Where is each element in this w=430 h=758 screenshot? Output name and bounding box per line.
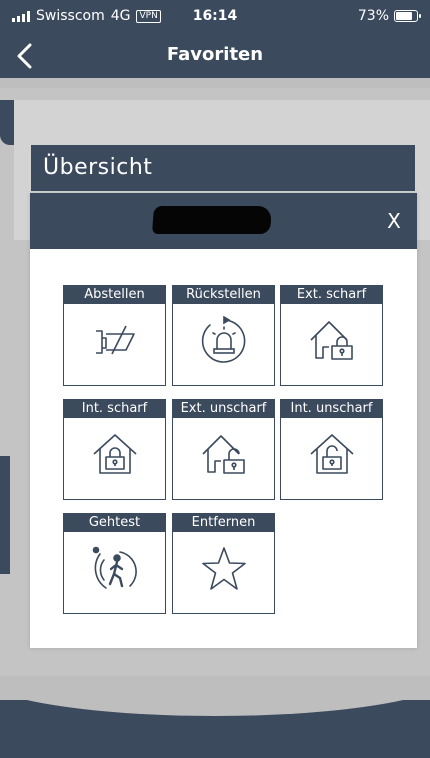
tile-label: Ext. scharf — [281, 286, 382, 304]
favorites-modal: X Abstellen Rückstellen Ext. scharf Int.… — [30, 193, 417, 648]
walk-test-icon — [92, 546, 137, 589]
tile-int-scharf[interactable]: Int. scharf — [63, 399, 166, 500]
background-card-edge — [0, 100, 14, 145]
tile-entfernen[interactable]: Entfernen — [172, 513, 275, 614]
tile-rueckstellen[interactable]: Rückstellen — [172, 285, 275, 386]
close-button[interactable]: X — [383, 209, 405, 233]
nav-bar: Favoriten — [0, 34, 430, 78]
house-lock-ext-icon — [310, 321, 353, 360]
tile-label: Rückstellen — [173, 286, 274, 304]
tile-label: Ext. unscharf — [173, 400, 274, 418]
tile-label: Gehtest — [64, 514, 165, 532]
tile-abstellen[interactable]: Abstellen — [63, 285, 166, 386]
power-off-icon — [96, 325, 135, 355]
tile-label: Int. scharf — [64, 400, 165, 418]
house-unlock-int-icon — [310, 434, 354, 474]
tile-label: Abstellen — [64, 286, 165, 304]
tile-ext-scharf[interactable]: Ext. scharf — [280, 285, 383, 386]
redacted-title — [152, 206, 272, 234]
battery-icon — [394, 10, 421, 22]
status-bar: Swisscom 4G VPN 16:14 73% — [0, 0, 430, 34]
house-unlock-ext-icon — [202, 435, 245, 474]
section-title: Übersicht — [31, 145, 415, 191]
background-card-edge-lower — [0, 456, 10, 574]
star-icon — [202, 547, 246, 590]
reset-siren-icon — [201, 316, 246, 363]
modal-header: X — [30, 193, 417, 249]
tile-gehtest[interactable]: Gehtest — [63, 513, 166, 614]
tile-ext-unscharf[interactable]: Ext. unscharf — [172, 399, 275, 500]
bottom-bar — [0, 676, 430, 758]
battery-percent: 73% — [357, 8, 389, 24]
page-title: Favoriten — [166, 44, 264, 65]
tile-label: Entfernen — [173, 514, 274, 532]
tile-label: Int. unscharf — [281, 400, 382, 418]
status-right: 73% — [357, 8, 421, 24]
tile-int-unscharf[interactable]: Int. unscharf — [280, 399, 383, 500]
house-lock-int-icon — [93, 434, 137, 474]
